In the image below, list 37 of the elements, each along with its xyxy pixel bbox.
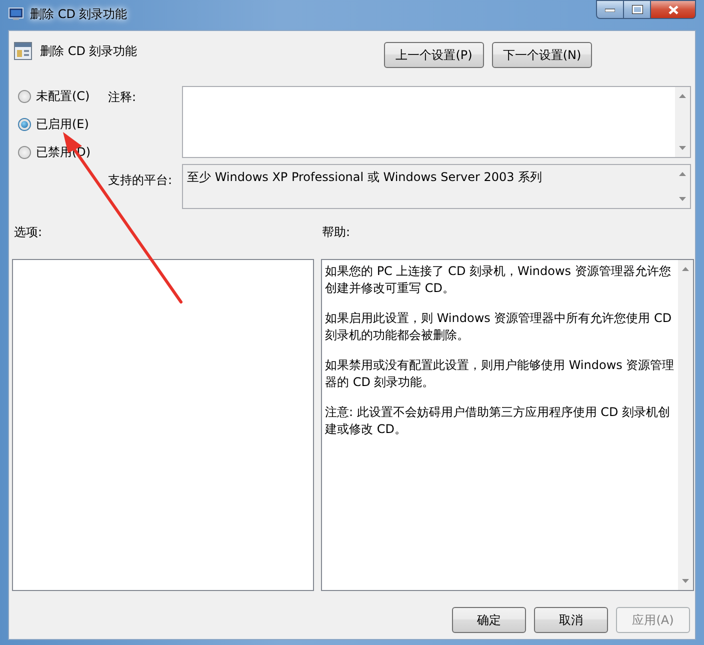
scroll-up-icon[interactable] [682,267,689,271]
comment-label: 注释: [108,89,138,106]
help-paragraph: 如果您的 PC 上连接了 CD 刻录机，Windows 资源管理器允许您创建并修改可重写 CD。 [325,263,672,297]
options-label: 选项: [14,224,44,238]
next-setting-button[interactable]: 下一个设置(N) [492,42,592,68]
close-icon [668,4,678,14]
comment-field[interactable] [182,86,691,158]
radio-label: 已启用(E) [36,116,89,132]
help-paragraph: 如果禁用或没有配置此设置，则用户能够使用 Windows 资源管理器的 CD 刻录功能。 [325,357,675,391]
scroll-up-icon[interactable] [679,94,686,98]
radio-label: 未配置(C) [36,88,90,104]
scroll-down-icon[interactable] [679,146,686,150]
platform-text: 至少 Windows XP Professional 或 Windows Server 2003 系列 [187,169,542,184]
ok-button[interactable]: 确定 [452,607,526,633]
app-icon [8,7,24,21]
scrollbar[interactable] [678,260,693,590]
previous-setting-button[interactable]: 上一个设置(P) [384,42,484,68]
minimize-button[interactable] [596,0,624,19]
maximize-icon [632,5,642,14]
radio-button[interactable] [18,90,31,102]
radio-button[interactable] [18,118,31,130]
policy-icon [14,42,32,60]
scroll-down-icon[interactable] [682,579,689,583]
help-paragraph: 如果启用此设置，则 Windows 资源管理器中所有允许您使用 CD 刻录机的功能都会被删除。 [325,310,673,344]
policy-title: 删除 CD 刻录功能 [40,43,138,60]
platform-label: 支持的平台: [108,172,174,189]
close-button[interactable] [651,0,696,19]
radio-button[interactable] [18,146,31,158]
minimize-icon [605,8,615,12]
scroll-down-icon[interactable] [679,197,686,201]
scroll-up-icon[interactable] [679,172,686,176]
help-paragraph: 注意: 此设置不会妨碍用户借助第三方应用程序使用 CD 刻录机创建或修改 CD。 [325,404,672,438]
help-label: 帮助: [322,224,350,238]
window-title: 删除 CD 刻录功能 [30,6,128,23]
maximize-button[interactable] [624,0,651,19]
scrollbar[interactable] [675,87,690,157]
cancel-button[interactable]: 取消 [534,607,608,633]
